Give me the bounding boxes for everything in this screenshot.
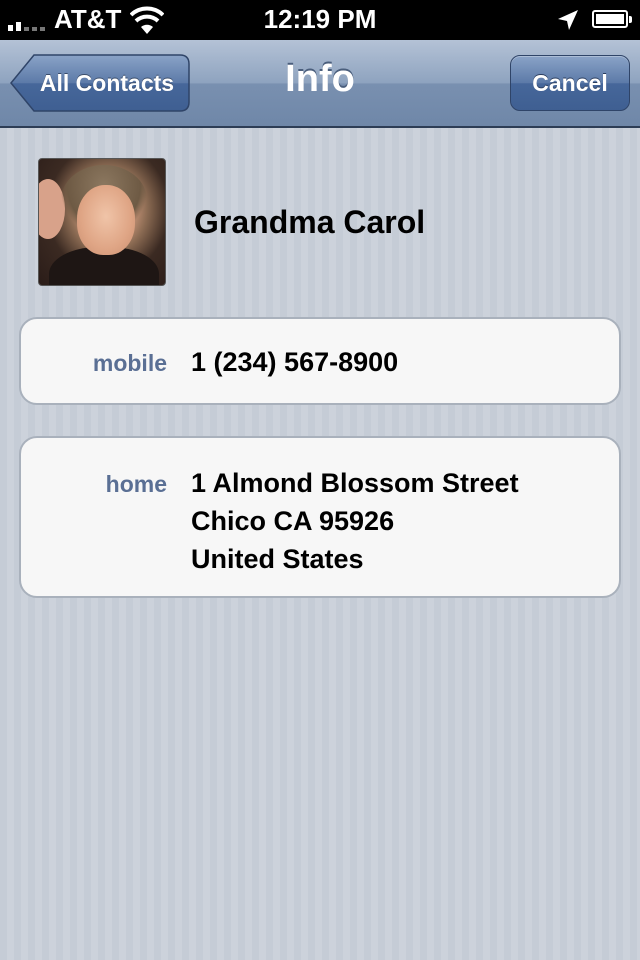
location-arrow-icon (558, 10, 578, 30)
status-time: 12:19 PM (263, 4, 377, 34)
battery-icon (592, 10, 632, 28)
address-field-card[interactable]: home 1 Almond Blossom Street Chico CA 95… (19, 436, 621, 598)
status-bar: AT&T 12:19 PM (0, 0, 640, 40)
navigation-bar: All Contacts Info Cancel (0, 40, 640, 128)
contact-photo[interactable] (38, 158, 166, 286)
address-line-2: Chico CA 95926 (191, 506, 395, 536)
cancel-button[interactable]: Cancel (510, 55, 630, 111)
address-value: 1 Almond Blossom Street Chico CA 95926 U… (191, 464, 519, 578)
contact-name: Grandma Carol (194, 204, 426, 240)
phone-label: mobile (92, 350, 167, 376)
photo-face (77, 185, 135, 255)
phone-number: 1 (234) 567-8900 (191, 347, 399, 377)
address-label: home (105, 471, 167, 497)
address-line-1: 1 Almond Blossom Street (191, 468, 519, 498)
address-line-3: United States (191, 544, 364, 574)
phone-field-card[interactable]: mobile 1 (234) 567-8900 (19, 317, 621, 405)
